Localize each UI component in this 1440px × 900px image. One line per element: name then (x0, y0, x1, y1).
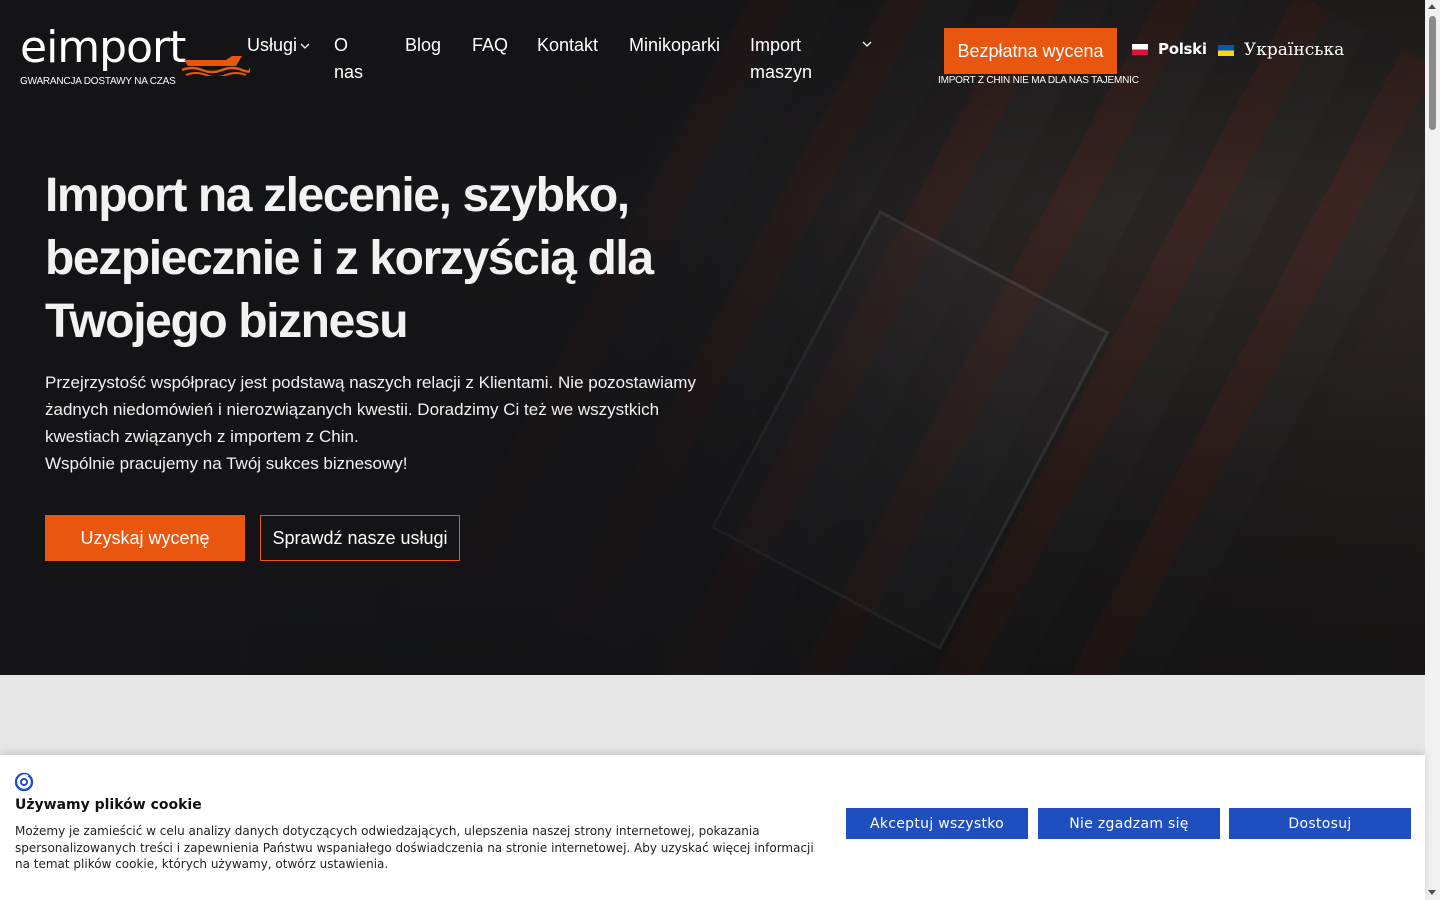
scroll-down-arrow-icon[interactable] (1428, 890, 1436, 895)
hero-section: eimport GWARANCJA DOSTAWY NA CZAS Usługi… (0, 0, 1425, 675)
page-scrollbar[interactable] (1425, 0, 1440, 900)
check-services-button[interactable]: Sprawdź nasze usługi (260, 515, 460, 561)
language-ukrainian[interactable]: Українська (1218, 40, 1344, 60)
hero-description: Przejrzystość współpracy jest podstawą n… (45, 369, 705, 477)
logo-wave-icon (181, 56, 250, 76)
nav-item-import-maszyn[interactable]: Import maszyn (750, 32, 830, 86)
scrollbar-thumb[interactable] (1429, 16, 1436, 130)
language-label: Polski (1158, 40, 1207, 58)
cookie-banner-text: Możemy je zamieścić w celu analizy danyc… (15, 824, 814, 871)
cookie-consent-banner: Używamy plików cookie Możemy je zamieści… (0, 755, 1425, 900)
get-quote-button[interactable]: Uzyskaj wycenę (45, 515, 245, 561)
language-label: Українська (1244, 40, 1345, 60)
chevron-down-icon[interactable] (862, 39, 872, 49)
nav-item-blog[interactable]: Blog (405, 32, 441, 59)
nav-item-label: Minikoparki (629, 35, 721, 55)
cookie-banner-title: Używamy plików cookie (15, 797, 202, 813)
free-quote-button[interactable]: Bezpłatna wycena (944, 28, 1117, 74)
nav-item-kontakt[interactable]: Kontakt (537, 32, 598, 59)
nav-item-faq[interactable]: FAQ (472, 32, 508, 59)
nav-item-label: O nas (334, 35, 364, 82)
scroll-up-arrow-icon[interactable] (1428, 4, 1436, 9)
nav-item-minikoparki[interactable]: Minikoparki (629, 32, 720, 59)
nav-item-label: Blog (405, 35, 442, 55)
hero-description-paragraph: Wspólnie pracujemy na Twój sukces biznes… (45, 454, 408, 473)
reject-cookies-button[interactable]: Nie zgadzam się (1038, 808, 1220, 839)
language-polski[interactable]: Polski (1132, 40, 1207, 58)
nav-item-label: Usługi (247, 35, 298, 55)
logo-tagline: GWARANCJA DOSTAWY NA CZAS (20, 76, 176, 87)
nav-item-uslugi[interactable]: Usługi (247, 32, 297, 59)
cta-tagline: IMPORT Z CHIN NIE MA DLA NAS TAJEMNIC (938, 75, 1139, 86)
flag-poland-icon (1132, 43, 1148, 55)
nav-item-o-nas[interactable]: O nas (334, 32, 374, 86)
hero-description-paragraph: Przejrzystość współpracy jest podstawą n… (45, 373, 696, 446)
logo[interactable]: eimport GWARANCJA DOSTAWY NA CZAS (20, 22, 250, 90)
accept-all-cookies-button[interactable]: Akceptuj wszystko (846, 808, 1028, 839)
nav-item-label: Kontakt (537, 35, 599, 55)
flag-ukraine-icon (1218, 44, 1234, 56)
nav-item-label: FAQ (472, 35, 509, 55)
nav-item-label: Import maszyn (750, 35, 813, 82)
hero-title: Import na zlecenie, szybko, bezpiecznie … (45, 169, 654, 348)
customize-cookies-button[interactable]: Dostosuj (1229, 808, 1411, 839)
chevron-down-icon[interactable] (300, 41, 310, 51)
logo-text: eimport (20, 22, 186, 73)
cookie-consent-logo-icon (14, 772, 34, 792)
